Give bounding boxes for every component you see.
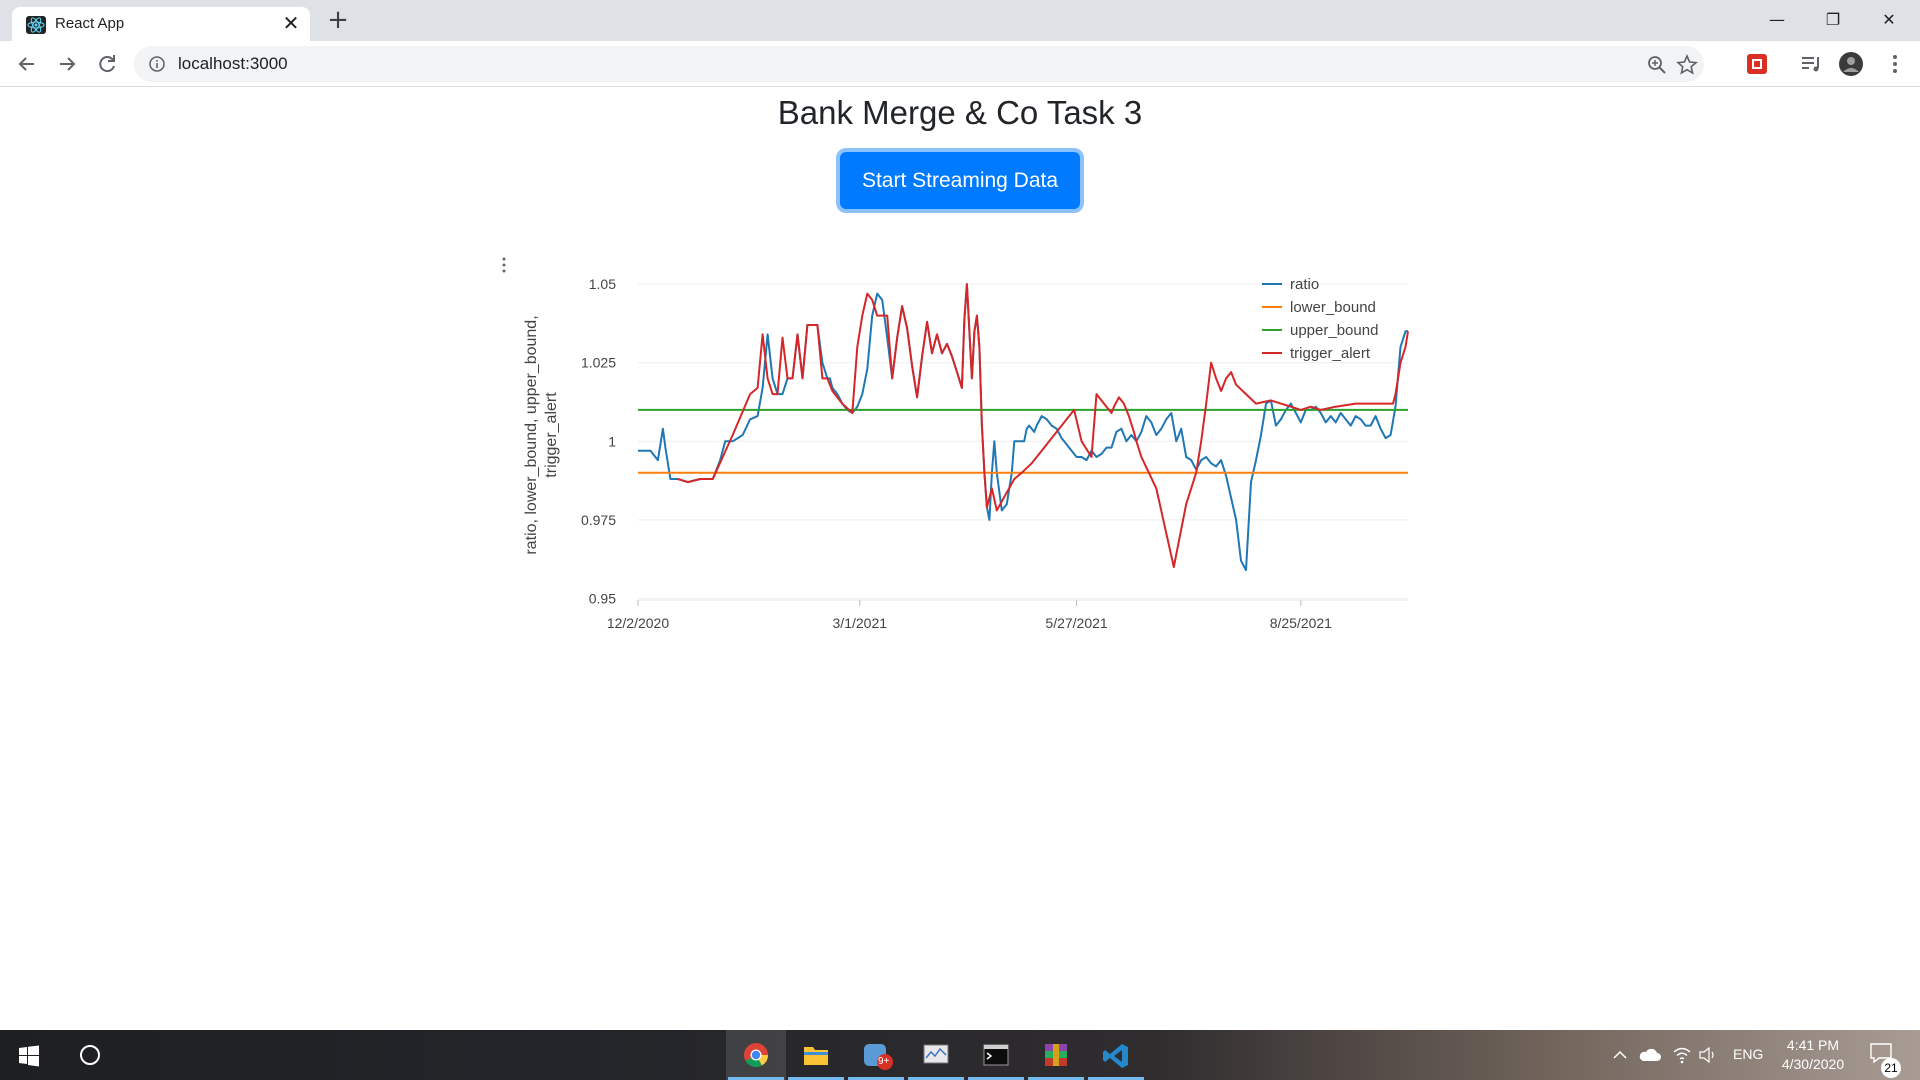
extension-icon[interactable] (1744, 51, 1770, 77)
chart-container: 0.95 0.975 1 1.025 1.05 12/2/2020 3/1/2021 5/27… (500, 255, 1420, 665)
volume-icon[interactable] (1698, 1046, 1718, 1064)
folder-icon (804, 1047, 828, 1065)
y-axis-title-line: ratio, lower_bound, upper_bound, (523, 315, 540, 554)
url-text[interactable]: localhost:3000 (178, 54, 288, 74)
page-title: Bank Merge & Co Task 3 (777, 94, 1143, 131)
language-indicator[interactable]: ENG (1733, 1046, 1763, 1062)
legend-label: ratio (1290, 276, 1319, 293)
y-tick-label: 0.95 (589, 590, 616, 606)
profile-avatar-icon[interactable] (1838, 51, 1864, 77)
chrome-icon (744, 1043, 768, 1068)
restore-button[interactable]: ❐ (1810, 6, 1856, 34)
cortana-search-icon[interactable] (80, 1045, 100, 1065)
monitor-chart-icon (923, 1044, 949, 1064)
browser-tab[interactable]: React App ✕ (12, 7, 310, 41)
clock-time: 4:41 PM (1786, 1037, 1840, 1053)
taskbar-terminal[interactable] (966, 1030, 1026, 1080)
vscode-icon (1103, 1044, 1128, 1068)
legend-label: upper_bound (1290, 322, 1378, 339)
taskbar-file-explorer[interactable] (786, 1030, 846, 1080)
y-tick-label: 1.025 (581, 355, 616, 371)
app-badge-count: 9+ (878, 1056, 890, 1067)
taskbar-archiver[interactable] (1026, 1030, 1086, 1080)
clock-date: 4/30/2020 (1781, 1056, 1845, 1072)
browser-menu-icon[interactable] (1882, 51, 1908, 77)
taskbar-chrome[interactable] (726, 1030, 786, 1080)
notification-count-badge: 21 (1881, 1058, 1901, 1078)
legend-label: trigger_alert (1290, 345, 1371, 362)
start-streaming-button[interactable]: Start Streaming Data (840, 152, 1080, 209)
y-tick-label: 1 (608, 433, 616, 449)
minimize-button[interactable]: — (1754, 6, 1800, 34)
line-chart[interactable]: 0.95 0.975 1 1.025 1.05 12/2/2020 3/1/2021 5/27… (500, 255, 1420, 665)
browser-tab-strip: React App ✕ + — ❐ ✕ (0, 0, 1920, 41)
new-tab-button[interactable]: + (324, 6, 352, 34)
zoom-icon[interactable] (1646, 54, 1668, 76)
taskbar-app-badge[interactable]: 9+ (846, 1030, 906, 1080)
y-axis-title-line: trigger_alert (543, 392, 560, 478)
windows-taskbar: 9+ ENG 4:41 PM 4/30/2020 21 (0, 1030, 1920, 1080)
taskbar-activity-monitor[interactable] (906, 1030, 966, 1080)
media-playlist-icon[interactable] (1798, 51, 1824, 77)
winrar-icon (1045, 1044, 1067, 1066)
back-arrow-icon[interactable] (12, 49, 42, 79)
onedrive-cloud-icon[interactable] (1638, 1046, 1662, 1064)
site-info-icon[interactable] (148, 55, 166, 73)
y-tick-label: 1.05 (589, 276, 616, 292)
forward-arrow-icon[interactable] (52, 49, 82, 79)
legend-label: lower_bound (1290, 299, 1376, 316)
tab-title: React App (55, 15, 125, 32)
wifi-icon[interactable] (1672, 1046, 1692, 1064)
x-tick-label: 8/25/2021 (1270, 615, 1332, 631)
reload-icon[interactable] (92, 49, 122, 79)
x-tick-label: 5/27/2021 (1045, 615, 1107, 631)
y-tick-label: 0.975 (581, 512, 616, 528)
close-window-button[interactable]: ✕ (1866, 6, 1912, 34)
windows-start-icon[interactable] (18, 1045, 40, 1067)
terminal-icon (983, 1044, 1009, 1066)
react-logo-icon (26, 16, 46, 34)
y-axis-title: ratio, lower_bound, upper_bound, trigger_… (523, 315, 560, 554)
bookmark-star-icon[interactable] (1676, 54, 1698, 76)
x-tick-label: 3/1/2021 (833, 615, 888, 631)
tray-chevron-up-icon[interactable] (1612, 1047, 1628, 1063)
system-clock[interactable]: 4:41 PM 4/30/2020 (1768, 1036, 1858, 1074)
tab-close-icon[interactable]: ✕ (279, 11, 303, 35)
taskbar-vscode[interactable] (1086, 1030, 1146, 1080)
address-bar[interactable]: localhost:3000 (134, 46, 1704, 82)
browser-toolbar: localhost:3000 (0, 41, 1920, 87)
x-tick-label: 12/2/2020 (607, 615, 669, 631)
